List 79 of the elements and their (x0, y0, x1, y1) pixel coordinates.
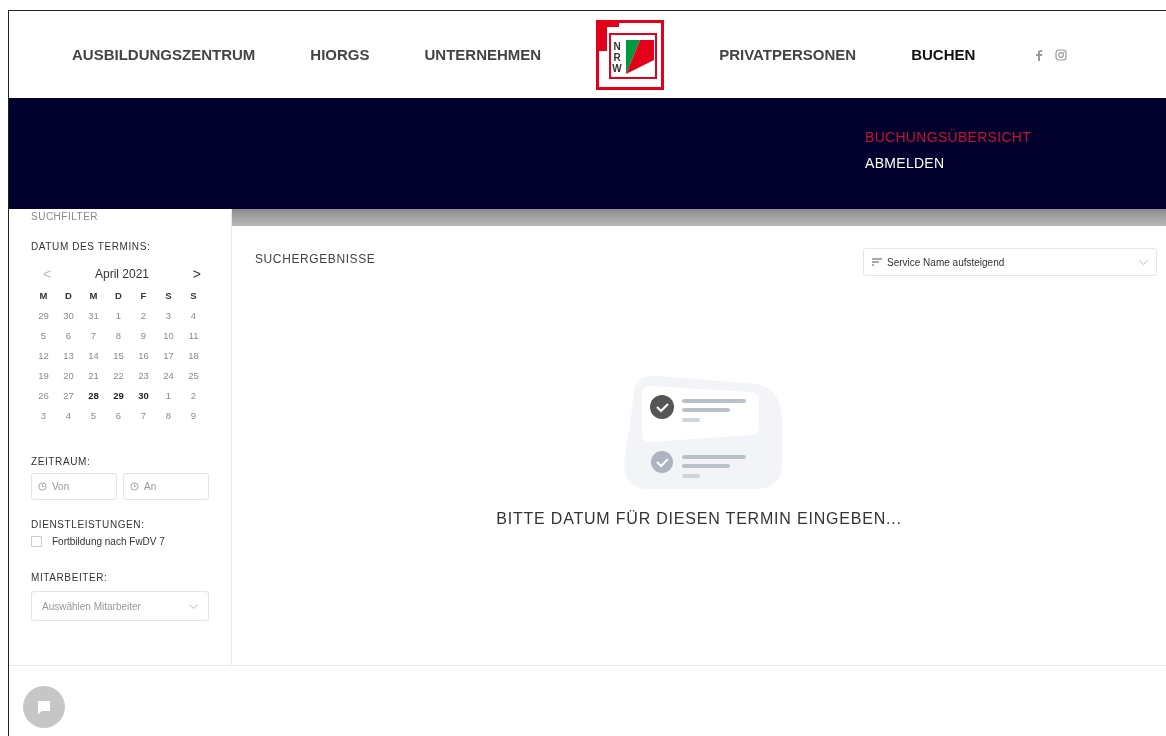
calendar-day: 30 (56, 306, 81, 326)
calendar-day: 1 (106, 306, 131, 326)
calendar-day: 29 (31, 306, 56, 326)
calendar-day: 24 (156, 366, 181, 386)
calendar-day: 25 (181, 366, 206, 386)
weekday-label: F (139, 289, 148, 303)
calendar-day: 26 (31, 386, 56, 406)
calendar-day: 7 (81, 326, 106, 346)
empty-message: BITTE DATUM FÜR DIESEN TERMIN EINGEBEN... (496, 510, 902, 528)
calendar-day: 9 (181, 406, 206, 426)
calendar-day: 7 (131, 406, 156, 426)
chat-button[interactable] (23, 686, 65, 728)
weekday-label: M (38, 289, 49, 303)
calendar-day: 15 (106, 346, 131, 366)
nav-link[interactable]: BUCHEN (911, 46, 976, 63)
chat-icon (36, 699, 52, 715)
service-label[interactable]: Fortbildung nach FwDV 7 (52, 536, 165, 547)
clock-icon (38, 482, 47, 491)
calendar-day[interactable]: 28 (81, 386, 106, 406)
calendar-day: 2 (131, 306, 156, 326)
calendar-day: 22 (106, 366, 131, 386)
nav-link[interactable]: PRIVATPERSONEN (719, 46, 857, 63)
instagram-icon[interactable] (1055, 48, 1068, 61)
nav-link[interactable]: AUSBILDUNGSZENTRUM (72, 46, 256, 63)
calendar-day: 17 (156, 346, 181, 366)
time-field[interactable]: An (123, 473, 209, 500)
service-checkbox[interactable] (31, 536, 42, 547)
weekday-label: S (189, 289, 198, 303)
calendar-day: 6 (106, 406, 131, 426)
clock-icon (130, 482, 139, 491)
calendar-day: 9 (131, 326, 156, 346)
calendar-day: 21 (81, 366, 106, 386)
nav-link[interactable]: HIORGS (310, 46, 370, 63)
calendar-day: 5 (31, 326, 56, 346)
calendar-day: 16 (131, 346, 156, 366)
calendar-day: 4 (181, 306, 206, 326)
calendar-day: 31 (81, 306, 106, 326)
next-month-button[interactable]: > (188, 266, 205, 282)
calendar-day: 6 (56, 326, 81, 346)
staff-label: MITARBEITER: (31, 572, 109, 583)
results-title: SUCHERGEBNISSE (255, 252, 376, 266)
services-label: DIENSTLEISTUNGEN: (31, 519, 146, 530)
calendar-day: 1 (156, 386, 181, 406)
calendar-day[interactable]: 30 (131, 386, 156, 406)
period-label: ZEITRAUM: (31, 456, 92, 467)
weekday-label: M (88, 289, 99, 303)
calendar-day: 8 (106, 326, 131, 346)
calendar-day: 27 (56, 386, 81, 406)
calendar-day: 8 (156, 406, 181, 426)
sort-select[interactable]: Service Name aufsteigend (863, 248, 1157, 276)
calendar-day: 23 (131, 366, 156, 386)
calendar-day: 11 (181, 326, 206, 346)
calendar-day: 14 (81, 346, 106, 366)
calendar-day: 18 (181, 346, 206, 366)
weekday-label: S (164, 289, 173, 303)
calendar-day: 4 (56, 406, 81, 426)
calendar-day: 13 (56, 346, 81, 366)
nav-link[interactable]: UNTERNEHMEN (424, 46, 542, 63)
weekday-label: D (64, 289, 73, 303)
calendar-day: 10 (156, 326, 181, 346)
date-label: DATUM DES TERMINS: (31, 241, 152, 252)
chevron-down-icon (189, 603, 198, 609)
calendar-day: 2 (181, 386, 206, 406)
sidebar-title: SUCHFILTER (31, 211, 100, 222)
weekday-label: D (114, 289, 123, 303)
logo-icon[interactable]: N R W (596, 19, 665, 90)
calendar-day: 3 (156, 306, 181, 326)
sort-icon (872, 258, 882, 266)
calendar-day: 12 (31, 346, 56, 366)
submenu-link[interactable]: ABMELDEN (865, 155, 1166, 171)
month-title: April 2021 (94, 267, 149, 281)
chevron-down-icon (1139, 259, 1148, 265)
calendar-day[interactable]: 29 (106, 386, 131, 406)
calendar-day: 5 (81, 406, 106, 426)
calendar-day: 19 (31, 366, 56, 386)
calendar-day: 20 (56, 366, 81, 386)
facebook-icon[interactable] (1035, 48, 1044, 61)
time-field[interactable]: Von (31, 473, 117, 500)
calendar-day: 3 (31, 406, 56, 426)
